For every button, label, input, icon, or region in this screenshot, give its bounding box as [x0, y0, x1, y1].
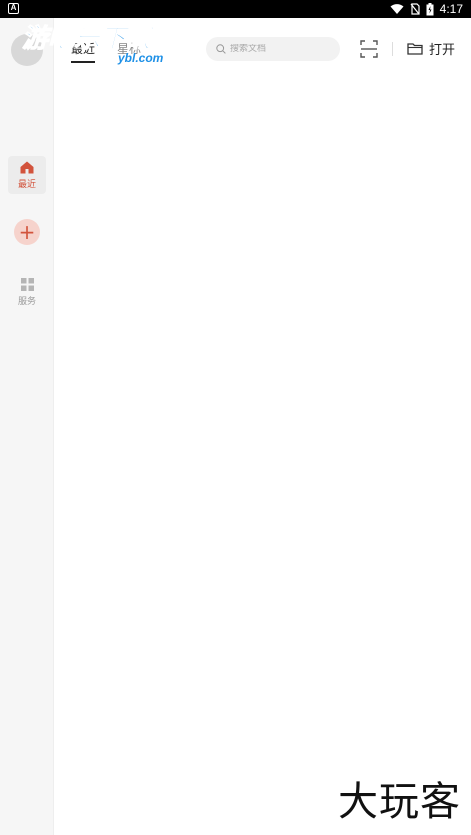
wifi-icon — [390, 4, 404, 14]
search-input[interactable] — [230, 44, 330, 54]
sidebar-item-recent[interactable]: 最近 — [8, 156, 46, 194]
divider — [392, 42, 393, 56]
sidebar-item-service[interactable]: 服务 — [8, 273, 46, 311]
add-button[interactable]: + — [14, 219, 40, 245]
sidebar-item-label: 服务 — [17, 296, 36, 307]
tab-recent[interactable]: 最近 — [71, 40, 96, 63]
top-bar: 最近 星标 打开 — [55, 18, 471, 80]
corner-watermark: 大玩客 — [338, 779, 461, 825]
clock: 4:17 — [439, 2, 463, 16]
document-list — [55, 80, 471, 835]
sidebar-item-label: 最近 — [17, 179, 36, 190]
tab-starred[interactable]: 星标 — [117, 40, 141, 57]
sidebar: 最近 + 服务 — [0, 18, 54, 835]
battery-icon — [426, 2, 434, 15]
no-sim-icon — [410, 3, 420, 15]
avatar[interactable] — [11, 34, 43, 66]
open-button[interactable]: 打开 — [407, 39, 455, 58]
search-box[interactable] — [206, 37, 340, 61]
plus-icon: + — [18, 220, 36, 244]
search-icon — [216, 44, 226, 54]
home-icon — [20, 161, 34, 173]
notification-icon: A — [8, 3, 19, 14]
scan-icon[interactable] — [360, 40, 378, 58]
grid-icon — [20, 277, 34, 291]
status-icons: 4:17 — [390, 0, 463, 18]
folder-icon — [407, 43, 423, 55]
open-label: 打开 — [429, 43, 456, 58]
status-bar: A 4:17 — [0, 0, 471, 18]
